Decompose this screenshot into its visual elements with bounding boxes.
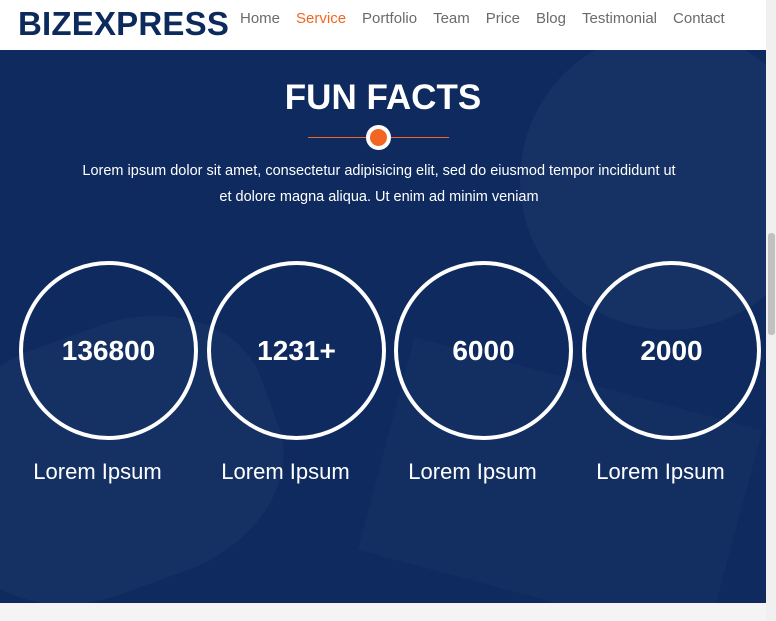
description-line-1: Lorem ipsum dolor sit amet, consectetur …	[82, 163, 676, 179]
fact-value: 136800	[61, 334, 156, 366]
nav-price[interactable]: Price	[486, 10, 520, 30]
site-logo[interactable]: BIZEXPRESS	[18, 4, 229, 44]
nav-home[interactable]: Home	[240, 10, 280, 30]
navbar: BIZEXPRESS Home Service Portfolio Team P…	[0, 0, 766, 50]
fact-label: Lorem Ipsum	[221, 459, 350, 484]
scrollbar-thumb[interactable]	[768, 233, 775, 335]
fact-circle-2: 1231+	[207, 261, 386, 440]
main-nav: Home Service Portfolio Team Price Blog T…	[240, 10, 725, 30]
nav-service[interactable]: Service	[296, 10, 346, 30]
description-line-2: et dolore magna aliqua. Ut enim ad minim…	[219, 189, 539, 205]
title-divider-dot	[366, 125, 391, 150]
fact-label: Lorem Ipsum	[33, 459, 162, 484]
fun-facts-section: FUN FACTS Lorem ipsum dolor sit amet, co…	[0, 50, 766, 603]
nav-blog[interactable]: Blog	[536, 10, 566, 30]
nav-team[interactable]: Team	[433, 10, 470, 30]
fact-label: Lorem Ipsum	[596, 459, 725, 484]
nav-testimonial[interactable]: Testimonial	[582, 10, 657, 30]
fact-label: Lorem Ipsum	[408, 459, 537, 484]
section-description: Lorem ipsum dolor sit amet, consectetur …	[60, 158, 698, 210]
fact-value: 6000	[452, 334, 515, 366]
nav-portfolio[interactable]: Portfolio	[362, 10, 417, 30]
fact-circle-3: 6000	[394, 261, 573, 440]
fact-value: 2000	[640, 334, 703, 366]
section-title: FUN FACTS	[284, 78, 482, 117]
fact-circle-1: 136800	[19, 261, 198, 440]
fact-value: 1231+	[257, 334, 336, 366]
fact-circle-4: 2000	[582, 261, 761, 440]
nav-contact[interactable]: Contact	[673, 10, 725, 30]
